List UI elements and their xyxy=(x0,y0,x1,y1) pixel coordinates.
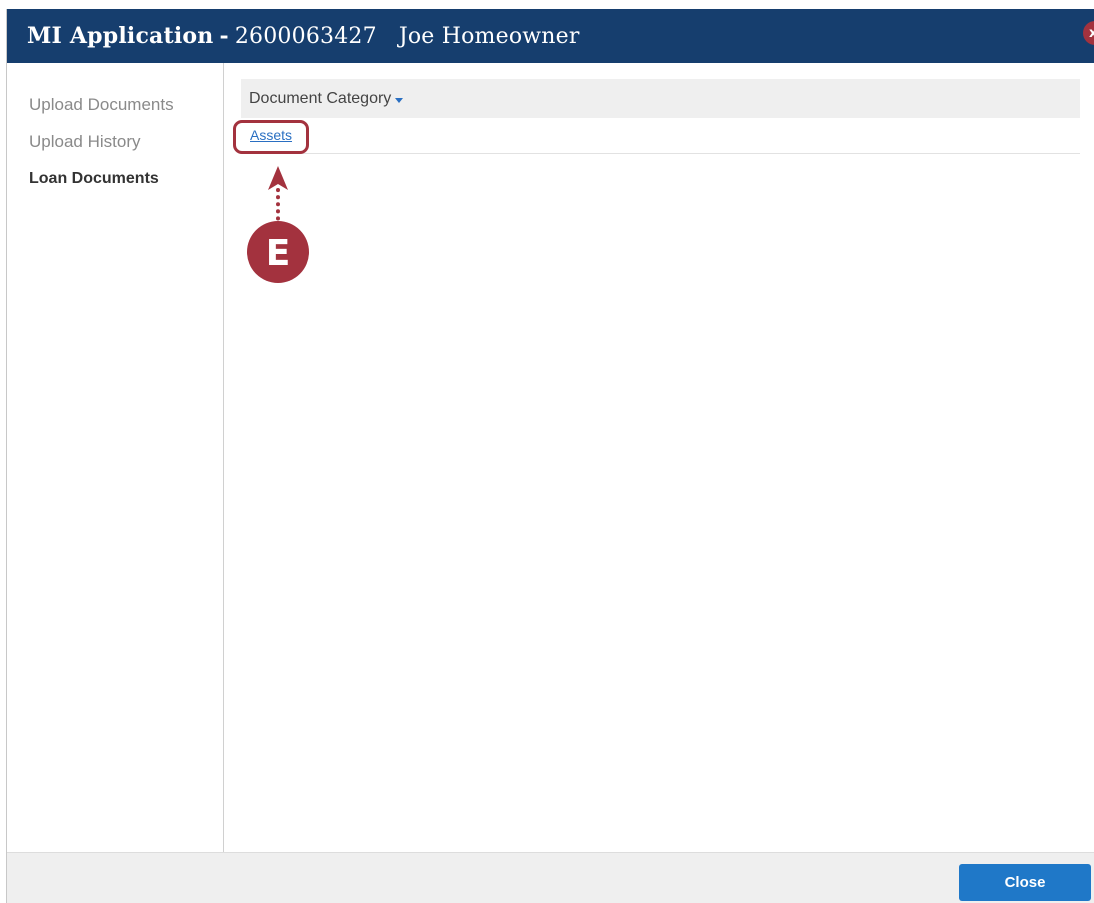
title-borrower-name: Joe Homeowner xyxy=(398,24,580,49)
callout-pointer: E xyxy=(247,166,309,283)
title-loan-number: 2600063427 xyxy=(234,24,377,49)
close-icon-glyph: x xyxy=(1089,25,1094,41)
document-category-header-label: Document Category xyxy=(249,89,392,107)
dialog-title: MI Application -2600063427 Joe Homeowner xyxy=(27,23,580,49)
title-separator: - xyxy=(219,23,229,49)
sidebar-item-upload-history[interactable]: Upload History xyxy=(7,130,223,167)
title-app-name: MI Application xyxy=(27,23,214,49)
sidebar-item-upload-documents[interactable]: Upload Documents xyxy=(7,93,223,130)
assets-link[interactable]: Assets xyxy=(250,127,292,143)
sidebar-item-loan-documents[interactable]: Loan Documents xyxy=(7,167,223,204)
close-button[interactable]: Close xyxy=(959,864,1091,901)
dialog-footer: Close xyxy=(7,852,1094,903)
caret-down-icon[interactable] xyxy=(395,98,404,103)
table-row: Assets xyxy=(233,118,1080,154)
sidebar-nav: Upload Documents Upload History Loan Doc… xyxy=(7,63,224,852)
dialog-titlebar: MI Application -2600063427 Joe Homeowner x xyxy=(7,9,1094,63)
documents-table: Document Category Assets xyxy=(233,79,1080,154)
document-category-header[interactable]: Document Category xyxy=(241,79,1080,118)
callout-letter: E xyxy=(266,233,291,274)
close-icon[interactable]: x xyxy=(1083,21,1094,45)
callout-arrowhead xyxy=(268,166,288,190)
